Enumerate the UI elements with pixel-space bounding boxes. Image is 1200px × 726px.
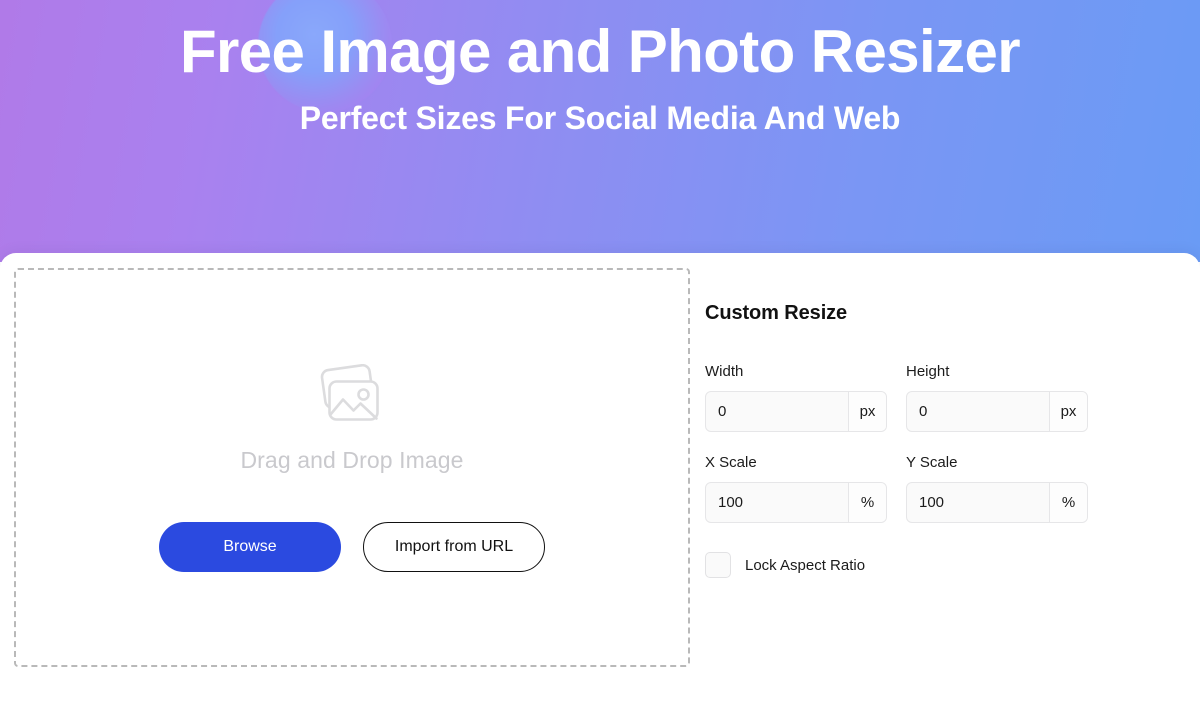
- width-label: Width: [705, 363, 744, 380]
- upload-section: Drag and Drop Image Browse Import from U…: [0, 253, 705, 667]
- image-dropzone[interactable]: Drag and Drop Image Browse Import from U…: [14, 268, 690, 667]
- dropzone-label: Drag and Drop Image: [240, 446, 464, 473]
- dropzone-actions: Browse Import from URL: [159, 521, 545, 572]
- width-unit: px: [848, 392, 886, 431]
- main-card: Drag and Drop Image Browse Import from U…: [0, 253, 1200, 726]
- width-input-group[interactable]: px: [705, 391, 887, 432]
- page-title: Free Image and Photo Resizer: [179, 18, 1021, 85]
- height-label: Height: [906, 363, 950, 380]
- y-scale-unit: %: [1049, 483, 1087, 522]
- dimension-field-row: Width px Height px: [705, 363, 1125, 432]
- x-scale-label: X Scale: [705, 454, 757, 471]
- y-scale-label: Y Scale: [906, 454, 958, 471]
- hero-header: Free Image and Photo Resizer Perfect Siz…: [0, 0, 1200, 262]
- y-scale-input[interactable]: [907, 483, 1049, 522]
- height-field: Height px: [906, 363, 1088, 432]
- lock-aspect-ratio-label: Lock Aspect Ratio: [745, 556, 866, 574]
- height-unit: px: [1049, 392, 1087, 431]
- x-scale-input[interactable]: [706, 483, 848, 522]
- width-input[interactable]: [706, 392, 848, 431]
- panel-title: Custom Resize: [705, 302, 848, 324]
- lock-aspect-ratio-checkbox[interactable]: [705, 552, 731, 578]
- x-scale-input-group[interactable]: %: [705, 482, 887, 523]
- height-input[interactable]: [907, 392, 1049, 431]
- page-subtitle: Perfect Sizes For Social Media And Web: [299, 100, 901, 136]
- import-from-url-button[interactable]: Import from URL: [363, 521, 545, 572]
- x-scale-unit: %: [848, 483, 886, 522]
- y-scale-field: Y Scale %: [906, 454, 1088, 523]
- width-field: Width px: [705, 363, 887, 432]
- lock-aspect-ratio-row[interactable]: Lock Aspect Ratio: [705, 552, 1125, 578]
- scale-field-row: X Scale % Y Scale %: [705, 454, 1125, 523]
- browse-button[interactable]: Browse: [159, 521, 341, 572]
- custom-resize-panel: Custom Resize Width px Height px X Scale: [705, 253, 1125, 578]
- x-scale-field: X Scale %: [705, 454, 887, 523]
- height-input-group[interactable]: px: [906, 391, 1088, 432]
- y-scale-input-group[interactable]: %: [906, 482, 1088, 523]
- image-placeholder-icon: [315, 363, 389, 426]
- hero-content: Free Image and Photo Resizer Perfect Siz…: [0, 0, 1200, 138]
